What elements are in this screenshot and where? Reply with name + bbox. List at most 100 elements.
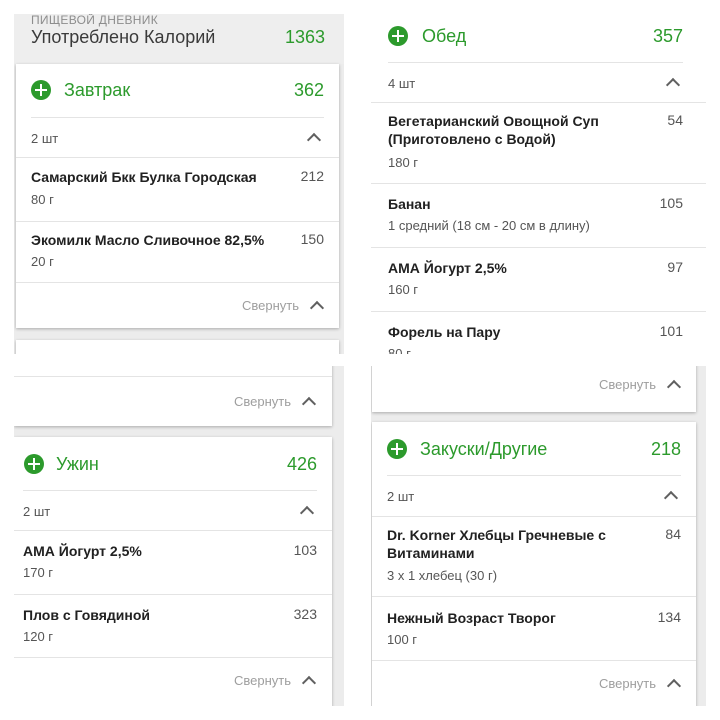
previous-card-bottom: Свернуть [372, 366, 696, 412]
breakfast-header[interactable]: Завтрак 362 [16, 64, 339, 118]
add-dinner-icon[interactable] [24, 454, 44, 474]
food-calories: 101 [659, 323, 683, 339]
collapse-label: Свернуть [598, 676, 656, 691]
food-name-line2: Витаминами [387, 545, 475, 561]
list-item[interactable]: Экомилк Масло Сливочное 82,5% 150 20 г [16, 222, 339, 282]
food-amount: 180 г [388, 155, 419, 170]
panel-dinner: Свернуть Ужин 426 2 шт АМА Йогурт 2,5% 1… [14, 366, 344, 706]
lunch-count-row[interactable]: 4 шт [371, 63, 706, 103]
dinner-count-row[interactable]: 2 шт [14, 491, 332, 530]
chevron-up-icon[interactable] [301, 396, 317, 412]
collapse-label: Свернуть [241, 298, 299, 313]
panel-breakfast: ПИЩЕВОЙ ДНЕВНИК Употреблено Калорий 1363… [14, 14, 344, 354]
collapse-button[interactable]: Свернуть [16, 283, 339, 328]
breakfast-card: Завтрак 362 2 шт Самарский Бкк Булка Гор… [16, 64, 339, 328]
lunch-header[interactable]: Обед 357 [371, 14, 706, 64]
snacks-card: Закуски/Другие 218 2 шт Dr. Korner Хлебц… [372, 422, 696, 706]
food-amount: 100 г [387, 632, 418, 647]
diary-summary-header: ПИЩЕВОЙ ДНЕВНИК Употреблено Калорий 1363 [14, 14, 344, 64]
list-item[interactable]: Банан 105 1 средний (18 см - 20 см в дли… [371, 184, 706, 247]
previous-card-bottom: Свернуть [14, 366, 332, 426]
dinner-header[interactable]: Ужин 426 [14, 437, 332, 491]
food-amount: 120 г [23, 629, 54, 644]
list-item[interactable]: Форель на Пару 101 80 г [371, 312, 706, 354]
diary-label: ПИЩЕВОЙ ДНЕВНИК [31, 14, 158, 27]
lunch-calories: 357 [652, 26, 683, 46]
food-name: Форель на Пару [388, 324, 501, 340]
list-item[interactable]: Нежный Возраст Творог 134 100 г [372, 597, 696, 660]
food-name: Самарский Бкк Булка Городская [31, 169, 257, 185]
food-amount: 3 x 1 хлебец (30 г) [387, 568, 498, 583]
list-item[interactable]: Плов с Говядиной 323 120 г [14, 595, 332, 657]
panel-snacks: Свернуть Закуски/Другие 218 2 шт Dr. Kor… [371, 366, 706, 706]
collapse-label: Свернуть [598, 377, 656, 392]
next-card-edge [16, 340, 339, 354]
food-name-line1: Вегетарианский Овощной Суп [388, 113, 599, 129]
add-breakfast-icon[interactable] [31, 80, 51, 100]
dinner-title: Ужин [56, 454, 99, 474]
food-calories: 97 [667, 259, 683, 275]
lunch-title: Обед [422, 26, 467, 46]
food-amount: 80 г [31, 192, 54, 207]
food-name: Экомилк Масло Сливочное 82,5% [31, 232, 265, 248]
lunch-card: Обед 357 4 шт Вегетарианский Овощной Суп… [371, 14, 706, 354]
add-lunch-icon[interactable] [388, 26, 408, 46]
chevron-up-icon[interactable] [299, 505, 315, 521]
lunch-item-count: 4 шт [388, 76, 416, 91]
collapse-button[interactable]: Свернуть [372, 661, 696, 706]
food-name-line1: Dr. Korner Хлебцы Гречневые с [387, 527, 606, 543]
food-name: АМА Йогурт 2,5% [23, 543, 142, 559]
chevron-up-icon[interactable] [301, 675, 317, 691]
panel-lunch: Обед 357 4 шт Вегетарианский Овощной Суп… [371, 14, 706, 354]
food-calories: 150 [300, 231, 324, 247]
list-item[interactable]: Самарский Бкк Булка Городская 212 80 г [16, 158, 339, 221]
food-amount: 1 средний (18 см - 20 см в длину) [388, 218, 590, 233]
food-name: Нежный Возраст Творог [387, 610, 556, 626]
food-name-line2: (Приготовлено с Водой) [388, 131, 556, 147]
list-item[interactable]: Dr. Korner Хлебцы Гречневые с Витаминами… [372, 517, 696, 597]
food-calories: 54 [667, 112, 683, 128]
dinner-calories: 426 [286, 454, 317, 474]
food-name: АМА Йогурт 2,5% [388, 260, 507, 276]
food-amount: 20 г [31, 254, 54, 269]
collapse-button[interactable]: Свернуть [14, 377, 332, 426]
snacks-header[interactable]: Закуски/Другие 218 [372, 422, 696, 476]
chevron-up-icon[interactable] [309, 300, 325, 316]
chevron-up-icon[interactable] [665, 77, 681, 93]
list-item[interactable]: АМА Йогурт 2,5% 97 160 г [371, 248, 706, 311]
food-calories: 323 [293, 606, 317, 622]
dinner-card: Ужин 426 2 шт АМА Йогурт 2,5% 103 170 г … [14, 437, 332, 706]
snacks-count-row[interactable]: 2 шт [372, 476, 696, 516]
food-calories: 105 [659, 195, 683, 211]
food-name: Банан [388, 196, 431, 212]
collapse-button[interactable]: Свернуть [372, 366, 696, 412]
collapse-button[interactable]: Свернуть [14, 658, 332, 706]
chevron-up-icon[interactable] [666, 678, 682, 694]
food-amount: 170 г [23, 565, 54, 580]
breakfast-count-row[interactable]: 2 шт [16, 118, 339, 158]
dinner-item-count: 2 шт [23, 504, 51, 519]
list-item[interactable]: Вегетарианский Овощной Суп (Приготовлено… [371, 103, 706, 183]
list-item[interactable]: АМА Йогурт 2,5% 103 170 г [14, 531, 332, 594]
chevron-up-icon[interactable] [666, 379, 682, 395]
chevron-up-icon[interactable] [306, 132, 322, 148]
add-snacks-icon[interactable] [387, 439, 407, 459]
collapse-label: Свернуть [233, 673, 291, 688]
breakfast-item-count: 2 шт [31, 131, 59, 146]
food-calories: 84 [665, 526, 681, 542]
food-amount: 160 г [388, 282, 419, 297]
consumed-calories-value: 1363 [284, 27, 325, 47]
snacks-item-count: 2 шт [387, 489, 415, 504]
collapse-label: Свернуть [233, 394, 291, 409]
snacks-calories: 218 [650, 439, 681, 459]
snacks-title: Закуски/Другие [420, 439, 548, 459]
food-name: Плов с Говядиной [23, 607, 150, 623]
food-calories: 212 [300, 168, 324, 184]
chevron-up-icon[interactable] [663, 490, 679, 506]
consumed-calories-label: Употреблено Калорий [31, 27, 216, 47]
breakfast-title: Завтрак [64, 80, 131, 100]
food-calories: 103 [293, 542, 317, 558]
food-calories: 134 [657, 609, 681, 625]
breakfast-calories: 362 [293, 80, 324, 100]
food-amount: 80 г [388, 346, 411, 354]
